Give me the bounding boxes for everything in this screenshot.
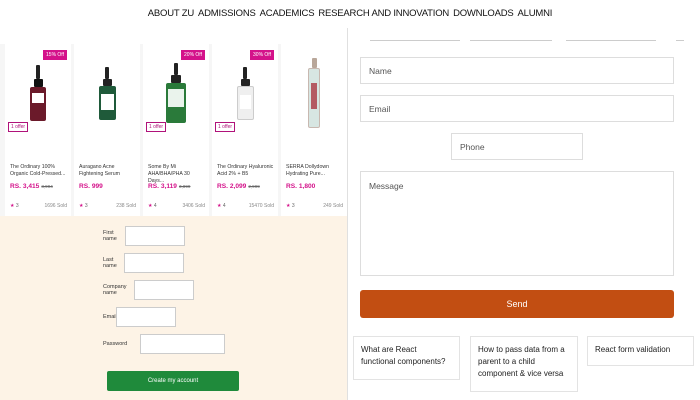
page: ABOUT ZU ADMISSIONS ACADEMICS RESEARCH A… <box>0 0 700 400</box>
product-card[interactable]: Auragano Acne Fightening Serum RS. 999 ★… <box>74 44 140 216</box>
serum-bottle-icon <box>308 58 320 128</box>
send-button[interactable]: Send <box>360 290 674 318</box>
serum-bottle-icon <box>98 66 116 120</box>
password-row: Password <box>103 334 225 354</box>
product-price: RS. 1,800 <box>286 183 316 190</box>
discount-badge: 30% Off <box>250 50 274 60</box>
product-image <box>78 50 136 136</box>
serum-bottle-icon <box>30 65 46 121</box>
tab-underline <box>370 40 460 41</box>
question-card[interactable]: React form validation <box>587 336 694 366</box>
sold-count: 1696 Sold <box>44 203 67 209</box>
old-price: 3,994 <box>41 184 53 189</box>
password-input[interactable] <box>140 334 225 354</box>
left-column: 15% Off 1 offer The Ordinary 100% Organi… <box>0 44 347 400</box>
product-price: RS. 999 <box>79 183 103 190</box>
star-icon: ★ <box>79 203 84 209</box>
nav-item-academics[interactable]: ACADEMICS <box>260 8 315 19</box>
sold-count: 249 Sold <box>323 203 343 209</box>
question-card[interactable]: What are React functional components? <box>353 336 460 380</box>
sold-count: 238 Sold <box>116 203 136 209</box>
product-card[interactable]: 15% Off 1 offer The Ordinary 100% Organi… <box>5 44 71 216</box>
product-name[interactable]: The Ordinary Hyaluronic Acid 2% + B5 <box>217 164 275 178</box>
star-icon: ★ <box>217 203 222 209</box>
email-input[interactable]: Email <box>360 95 674 122</box>
column-divider <box>347 28 348 400</box>
old-price: 3,899 <box>178 184 191 189</box>
signup-form: First name Last name Company name Email … <box>0 216 347 400</box>
product-price: RS. 3,415 3,994 <box>10 183 53 190</box>
sold-count: 15470 Sold <box>248 203 274 209</box>
discount-badge: 15% Off <box>43 50 67 60</box>
nav-item-research[interactable]: RESEARCH AND INNOVATION <box>318 8 449 19</box>
email-row: Email <box>103 307 176 327</box>
offer-tag: 1 offer <box>146 122 167 132</box>
product-carousel: 15% Off 1 offer The Ordinary 100% Organi… <box>0 44 347 216</box>
product-image <box>285 50 343 136</box>
product-card[interactable]: 30% Off 1 offer The Ordinary Hyaluronic … <box>212 44 278 216</box>
offer-tag: 1 offer <box>8 122 29 132</box>
question-card[interactable]: How to pass data from a parent to a chil… <box>470 336 578 392</box>
last-name-input[interactable] <box>124 253 184 273</box>
nav-item-about[interactable]: ABOUT ZU <box>148 8 194 19</box>
product-name[interactable]: Auragano Acne Fightening Serum <box>79 164 137 178</box>
product-card[interactable]: SERRA Dollydown Hydrating Pure... RS. 1,… <box>281 44 347 216</box>
rating: ★ 4 <box>148 203 157 209</box>
serum-bottle-icon <box>236 66 254 120</box>
product-card[interactable]: 20% Off 1 offer Some By Mi AHA/BHA/PHA 3… <box>143 44 209 216</box>
nav-item-admissions[interactable]: ADMISSIONS <box>198 8 256 19</box>
offer-tag: 1 offer <box>215 122 236 132</box>
message-textarea[interactable]: Message <box>360 171 674 276</box>
email-field[interactable] <box>116 307 176 327</box>
company-name-input[interactable] <box>134 280 194 300</box>
star-icon: ★ <box>10 203 15 209</box>
first-name-label: First name <box>103 230 117 242</box>
create-account-button[interactable]: Create my account <box>107 371 239 391</box>
product-name[interactable]: SERRA Dollydown Hydrating Pure... <box>286 164 344 178</box>
star-icon: ★ <box>286 203 291 209</box>
first-name-input[interactable] <box>125 226 185 246</box>
rating: ★ 3 <box>79 203 88 209</box>
sold-count: 3406 Sold <box>182 203 205 209</box>
rating: ★ 3 <box>10 203 19 209</box>
rating: ★ 4 <box>217 203 226 209</box>
name-input[interactable]: Name <box>360 57 674 84</box>
password-label: Password <box>103 341 128 347</box>
old-price: 2,999 <box>248 184 260 189</box>
tab-underline <box>566 40 656 41</box>
product-name[interactable]: The Ordinary 100% Organic Cold-Pressed..… <box>10 164 68 178</box>
top-nav: ABOUT ZU ADMISSIONS ACADEMICS RESEARCH A… <box>0 0 700 26</box>
rating: ★ 3 <box>286 203 295 209</box>
first-name-row: First name <box>103 226 185 246</box>
product-price: RS. 2,099 2,999 <box>217 183 260 190</box>
nav-item-alumni[interactable]: ALUMNI <box>518 8 553 19</box>
tab-underline <box>470 40 552 41</box>
last-name-label: Last name <box>103 257 117 269</box>
product-price: RS. 3,119 3,899 <box>148 183 191 190</box>
company-name-row: Company name <box>103 280 194 300</box>
product-name[interactable]: Some By Mi AHA/BHA/PHA 30 Days... <box>148 164 206 185</box>
company-name-label: Company name <box>103 284 127 296</box>
phone-input[interactable]: Phone <box>451 133 583 160</box>
star-icon: ★ <box>148 203 153 209</box>
nav-item-downloads[interactable]: DOWNLOADS <box>453 8 514 19</box>
discount-badge: 20% Off <box>181 50 205 60</box>
email-label: Email <box>103 314 117 320</box>
tab-underline <box>676 40 684 41</box>
serum-bottle-icon <box>166 63 186 123</box>
last-name-row: Last name <box>103 253 184 273</box>
